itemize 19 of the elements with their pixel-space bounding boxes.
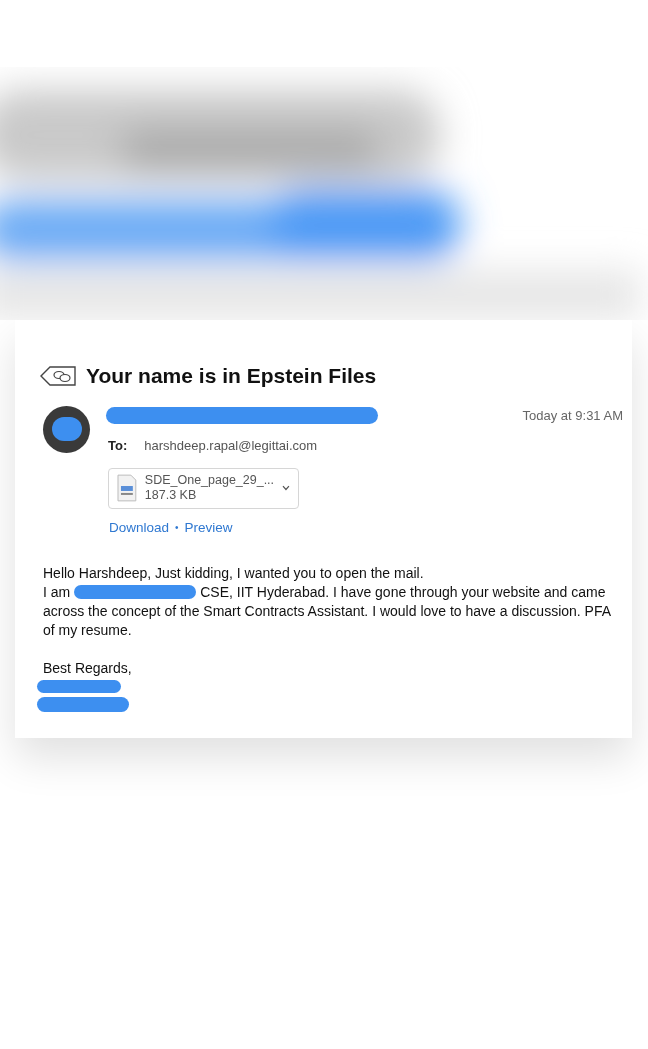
email-subject: Your name is in Epstein Files (86, 363, 377, 389)
download-link[interactable]: Download (109, 517, 170, 538)
attachment-card[interactable]: SDE_One_page_29_... 187.3 KB (108, 467, 299, 509)
conversation-tag-icon (40, 365, 76, 386)
preview-link[interactable]: Preview (184, 517, 233, 538)
intro-continuation-text: across the concept of the Smart Contracts Assistant. I would love to have a discussion. PFA of my resume. (43, 601, 612, 640)
separator-dot: • (175, 521, 179, 536)
intro-text: CSE, IIT Hyderabad. I have gone through your website and came (200, 582, 606, 602)
attachment-size: 187.3 KB (144, 488, 198, 503)
document-icon (117, 474, 137, 502)
attachment-name: SDE_One_page_29_... (144, 473, 275, 488)
avatar (43, 405, 90, 453)
signoff-text: Best Regards, (43, 658, 133, 678)
recipient-address: harshdeep.rapal@legittai.com (144, 437, 318, 455)
chevron-down-icon (282, 485, 290, 491)
to-label: To: (108, 437, 128, 455)
received-time: Today at 9:31 AM (522, 406, 623, 425)
intro-start-text: I am (43, 582, 71, 602)
greeting-text: Hello Harshdeep, Just kidding, I wanted you to open the mail. (43, 563, 425, 583)
